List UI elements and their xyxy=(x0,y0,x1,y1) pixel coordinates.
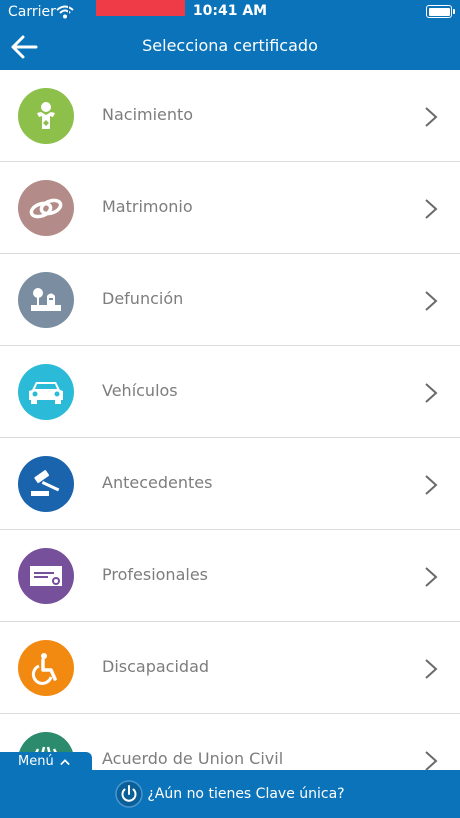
certificate-row-profesionales[interactable]: Profesionales xyxy=(0,530,460,622)
certificate-label: Defunción xyxy=(102,289,184,308)
certificate-row-antecedentes[interactable]: Antecedentes xyxy=(0,438,460,530)
menu-label: Menú xyxy=(18,754,54,769)
chevron-right-icon xyxy=(425,199,438,219)
certificate-label: Profesionales xyxy=(102,565,208,584)
clave-unica-link: ¿Aún no tienes Clave única? xyxy=(147,786,345,802)
gavel-icon xyxy=(18,456,74,512)
tombstone-icon xyxy=(18,272,74,328)
menu-toggle-button[interactable]: Menú xyxy=(0,752,92,772)
chevron-right-icon xyxy=(425,475,438,495)
certificate-row-discapacidad[interactable]: Discapacidad xyxy=(0,622,460,714)
clave-unica-power-icon xyxy=(115,780,144,808)
certificate-list: Nacimiento Matrimonio Defunción Vehículo… xyxy=(0,70,460,806)
page-title: Selecciona certificado xyxy=(142,36,318,55)
certificate-label: Antecedentes xyxy=(102,473,213,492)
certificate-label: Acuerdo de Union Civil xyxy=(102,749,284,768)
status-time: 10:41 AM xyxy=(192,3,268,19)
rings-icon xyxy=(18,180,74,236)
certificate-row-matrimonio[interactable]: Matrimonio xyxy=(0,162,460,254)
certificate-row-vehiculos[interactable]: Vehículos xyxy=(0,346,460,438)
chevron-right-icon xyxy=(425,567,438,587)
certificate-row-defuncion[interactable]: Defunción xyxy=(0,254,460,346)
chevron-right-icon xyxy=(425,107,438,127)
certificate-label: Discapacidad xyxy=(102,657,210,676)
nav-bar: Selecciona certificado xyxy=(0,24,460,70)
certificate-row-nacimiento[interactable]: Nacimiento xyxy=(0,70,460,162)
status-bar: Carrier 10:41 AM xyxy=(0,0,460,24)
battery-icon xyxy=(426,5,455,18)
chevron-right-icon xyxy=(425,659,438,679)
chevron-right-icon xyxy=(425,291,438,311)
chevron-right-icon xyxy=(425,383,438,403)
wheelchair-icon xyxy=(18,640,74,696)
certificate-label: Vehículos xyxy=(102,381,178,400)
certificate-label: Nacimiento xyxy=(102,105,194,124)
chevron-up-icon xyxy=(60,758,70,765)
clave-unica-bar[interactable]: ¿Aún no tienes Clave única? xyxy=(0,770,460,818)
certificate-label: Matrimonio xyxy=(102,197,193,216)
chevron-right-icon xyxy=(425,751,438,771)
car-icon xyxy=(18,364,74,420)
diploma-icon xyxy=(18,548,74,604)
baby-icon xyxy=(18,88,74,144)
